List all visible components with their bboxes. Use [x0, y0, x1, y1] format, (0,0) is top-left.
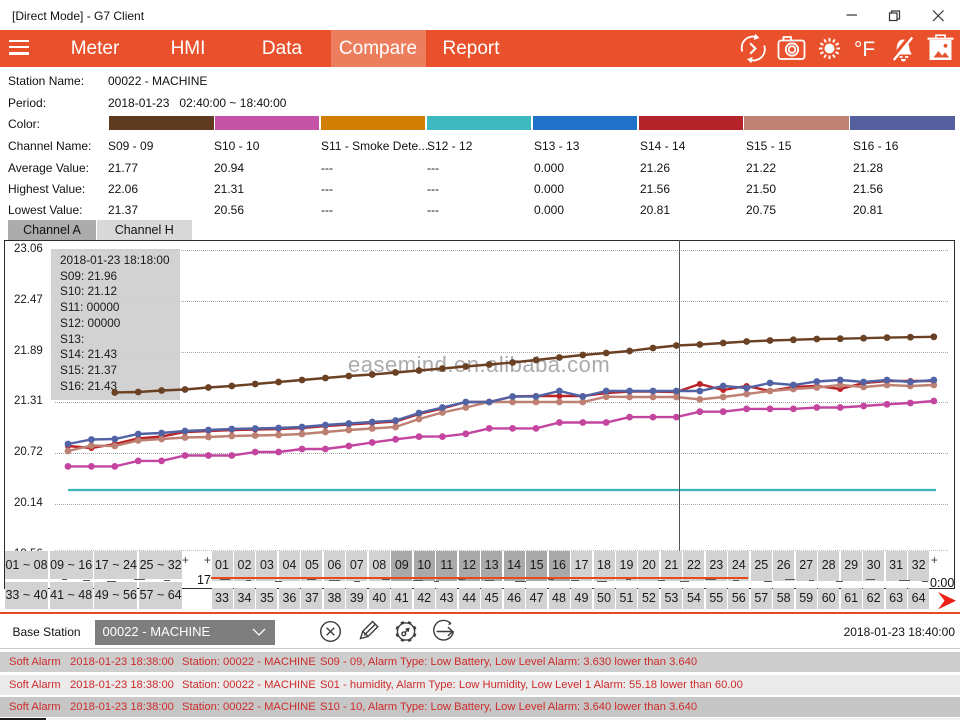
svg-text:°F: °F	[854, 38, 875, 61]
